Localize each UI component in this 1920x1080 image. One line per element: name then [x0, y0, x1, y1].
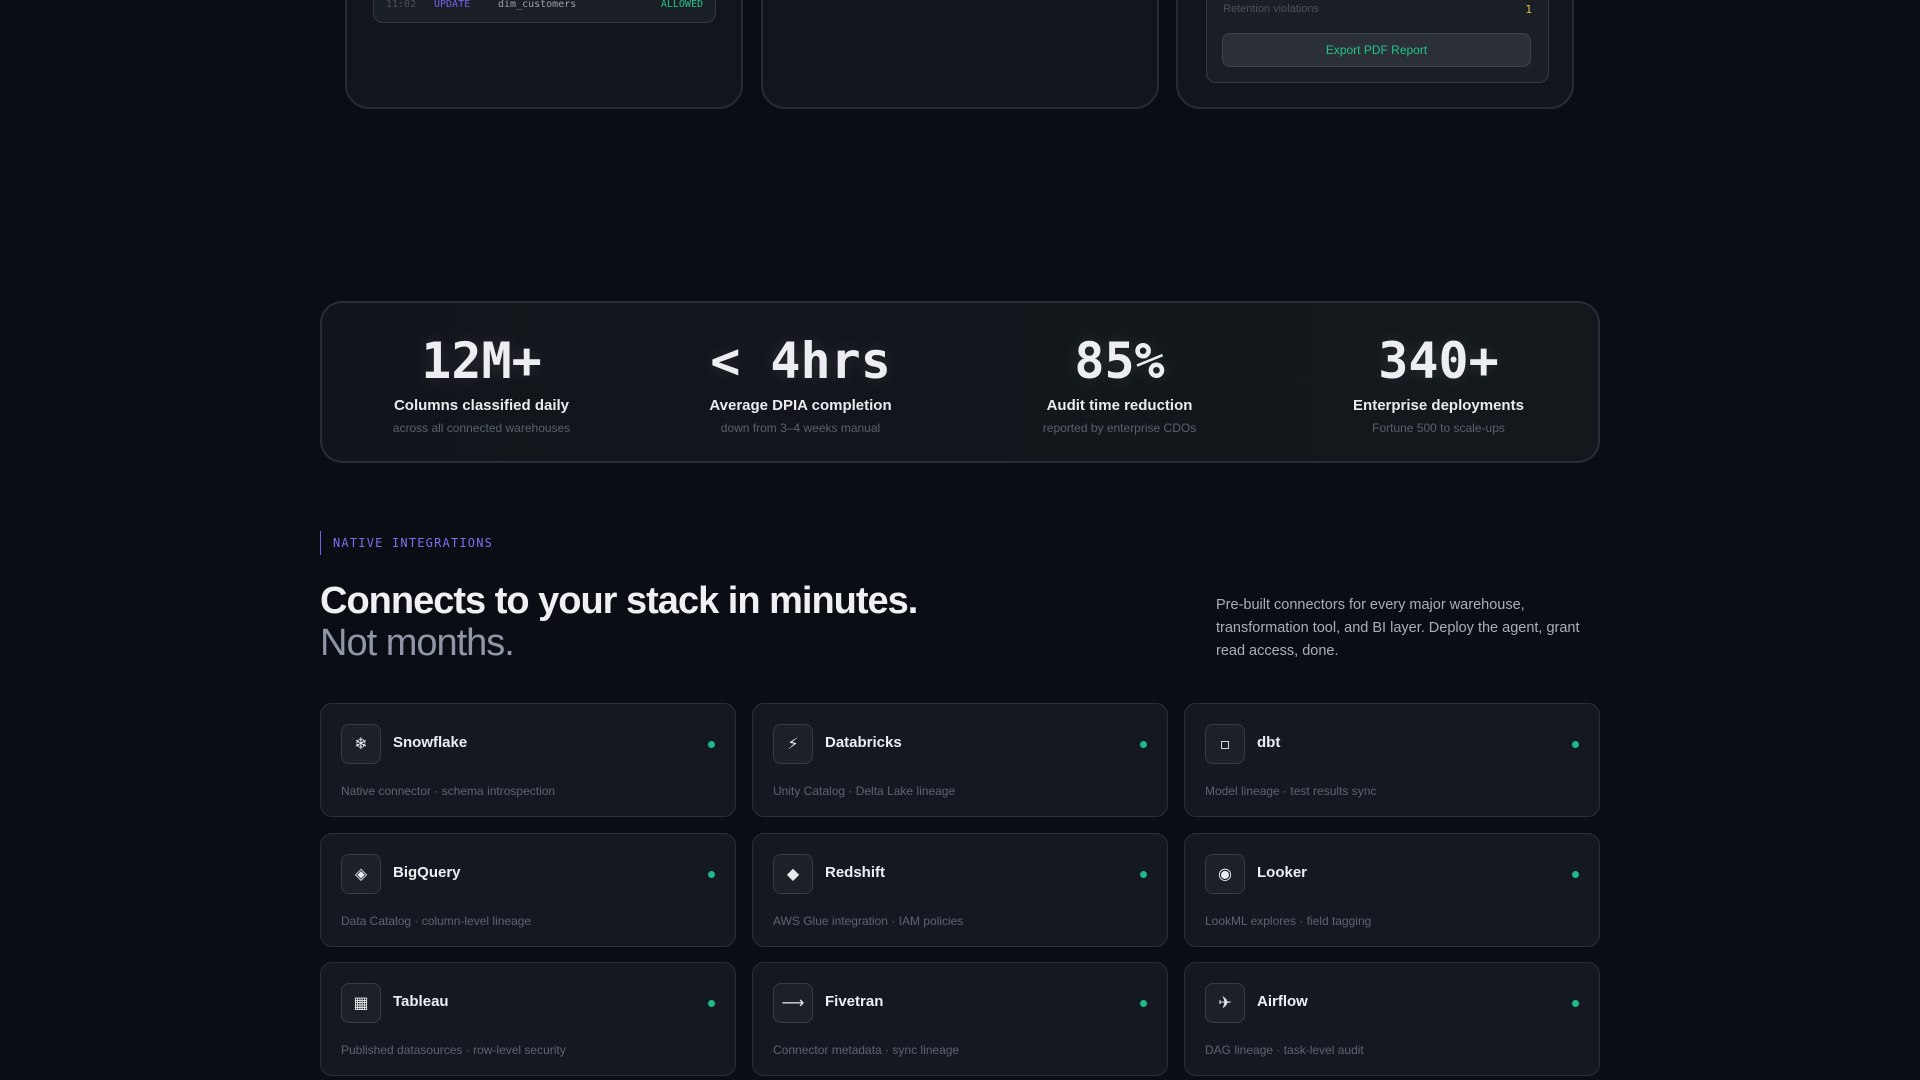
integration-name: BigQuery [393, 864, 461, 881]
stat-dpia: < 4hrs Average DPIA completion down from… [641, 303, 960, 461]
integration-name: Redshift [825, 864, 885, 881]
report-box: Retention violations 1 Export PDF Report [1206, 0, 1549, 83]
integration-desc: Data Catalog · column-level lineage [341, 914, 532, 928]
integration-name: Airflow [1257, 993, 1308, 1010]
stat-value: < 4hrs [710, 332, 891, 390]
log-table: dim_customers [498, 0, 577, 10]
headline-line-2: Not months. [320, 622, 515, 664]
integration-desc: Connector metadata · sync lineage [773, 1043, 960, 1057]
integration-name: Looker [1257, 864, 1308, 881]
stat-deployments: 340+ Enterprise deployments Fortune 500 … [1279, 303, 1598, 461]
integration-card-looker[interactable]: ◉ Looker LookML explores · field tagging [1184, 833, 1600, 947]
status-dot [1140, 1000, 1147, 1007]
integration-card-snowflake[interactable]: ❄ Snowflake Native connector · schema in… [320, 703, 736, 817]
middle-card [761, 0, 1159, 109]
report-card: Retention violations 1 Export PDF Report [1176, 0, 1574, 109]
integration-desc: DAG lineage · task-level audit [1205, 1043, 1364, 1057]
integration-desc: Model lineage · test results sync [1205, 784, 1377, 798]
status-dot [1140, 741, 1147, 748]
audit-log-card: 11:02 UPDATE dim_customers ALLOWED [345, 0, 743, 109]
stat-label: Enterprise deployments [1353, 397, 1524, 414]
audit-log-box: 11:02 UPDATE dim_customers ALLOWED [373, 0, 716, 23]
log-time: 11:02 [386, 0, 417, 10]
retention-row: Retention violations 1 [1223, 3, 1532, 19]
lightning-icon: ⚡ [773, 724, 813, 764]
status-dot [1572, 741, 1579, 748]
export-pdf-button[interactable]: Export PDF Report [1222, 33, 1531, 67]
stat-sub: across all connected warehouses [392, 421, 571, 435]
integration-card-airflow[interactable]: ✈ Airflow DAG lineage · task-level audit [1184, 962, 1600, 1076]
integration-card-redshift[interactable]: ◆ Redshift AWS Glue integration · IAM po… [752, 833, 1168, 947]
integration-desc: LookML explores · field tagging [1205, 914, 1372, 928]
stat-label: Average DPIA completion [709, 397, 892, 414]
headline-line-1: Connects to your stack in minutes. [320, 580, 918, 622]
arrow-right-icon: ⟶ [773, 983, 813, 1023]
log-result: ALLOWED [660, 0, 703, 10]
stat-label: Audit time reduction [1046, 397, 1193, 414]
stat-value: 12M+ [421, 332, 542, 390]
section-headline: Connects to your stack in minutes. Not m… [320, 580, 1120, 664]
integration-desc: Published datasources · row-level securi… [341, 1043, 566, 1057]
status-dot [1140, 871, 1147, 878]
page: 11:02 UPDATE dim_customers ALLOWED Reten… [0, 0, 1920, 1080]
stat-columns: 12M+ Columns classified daily across all… [322, 303, 641, 461]
log-operation: UPDATE [434, 0, 471, 10]
integration-card-bigquery[interactable]: ◈ BigQuery Data Catalog · column-level l… [320, 833, 736, 947]
diamond-icon: ◆ [773, 854, 813, 894]
integration-card-dbt[interactable]: ▫ dbt Model lineage · test results sync [1184, 703, 1600, 817]
stats-band: 12M+ Columns classified daily across all… [320, 301, 1600, 463]
integration-card-databricks[interactable]: ⚡ Databricks Unity Catalog · Delta Lake … [752, 703, 1168, 817]
stat-sub: down from 3–4 weeks manual [720, 421, 881, 435]
status-dot [1572, 1000, 1579, 1007]
stat-sub: Fortune 500 to scale-ups [1372, 421, 1505, 435]
integration-card-tableau[interactable]: ▦ Tableau Published datasources · row-le… [320, 962, 736, 1076]
status-dot [708, 1000, 715, 1007]
stat-value: 85% [1074, 332, 1165, 390]
integration-desc: Native connector · schema introspection [341, 784, 556, 798]
section-eyebrow: NATIVE INTEGRATIONS [320, 531, 493, 555]
grid-icon: ▦ [341, 983, 381, 1023]
integration-card-fivetran[interactable]: ⟶ Fivetran Connector metadata · sync lin… [752, 962, 1168, 1076]
section-blurb: Pre-built connectors for every major war… [1216, 597, 1580, 659]
audit-log-row: 11:02 UPDATE dim_customers ALLOWED [386, 0, 703, 13]
square-icon: ▫ [1205, 724, 1245, 764]
integration-desc: AWS Glue integration · IAM policies [773, 914, 964, 928]
circle-target-icon: ◉ [1205, 854, 1245, 894]
integration-name: Tableau [393, 993, 449, 1010]
integration-desc: Unity Catalog · Delta Lake lineage [773, 784, 956, 798]
stat-label: Columns classified daily [393, 397, 570, 414]
airplane-icon: ✈ [1205, 983, 1245, 1023]
integration-name: Snowflake [393, 734, 468, 751]
status-dot [1572, 871, 1579, 878]
status-dot [708, 871, 715, 878]
retention-label: Retention violations [1223, 3, 1320, 15]
retention-value: 1 [1525, 3, 1532, 16]
stat-audit: 85% Audit time reduction reported by ent… [960, 303, 1279, 461]
status-dot [708, 741, 715, 748]
integration-name: Fivetran [825, 993, 884, 1010]
snowflake-icon: ❄ [341, 724, 381, 764]
integration-name: dbt [1257, 734, 1281, 751]
stat-value: 340+ [1378, 332, 1499, 390]
diamond-outline-icon: ◈ [341, 854, 381, 894]
stat-sub: reported by enterprise CDOs [1042, 421, 1197, 435]
integration-name: Databricks [825, 734, 902, 751]
